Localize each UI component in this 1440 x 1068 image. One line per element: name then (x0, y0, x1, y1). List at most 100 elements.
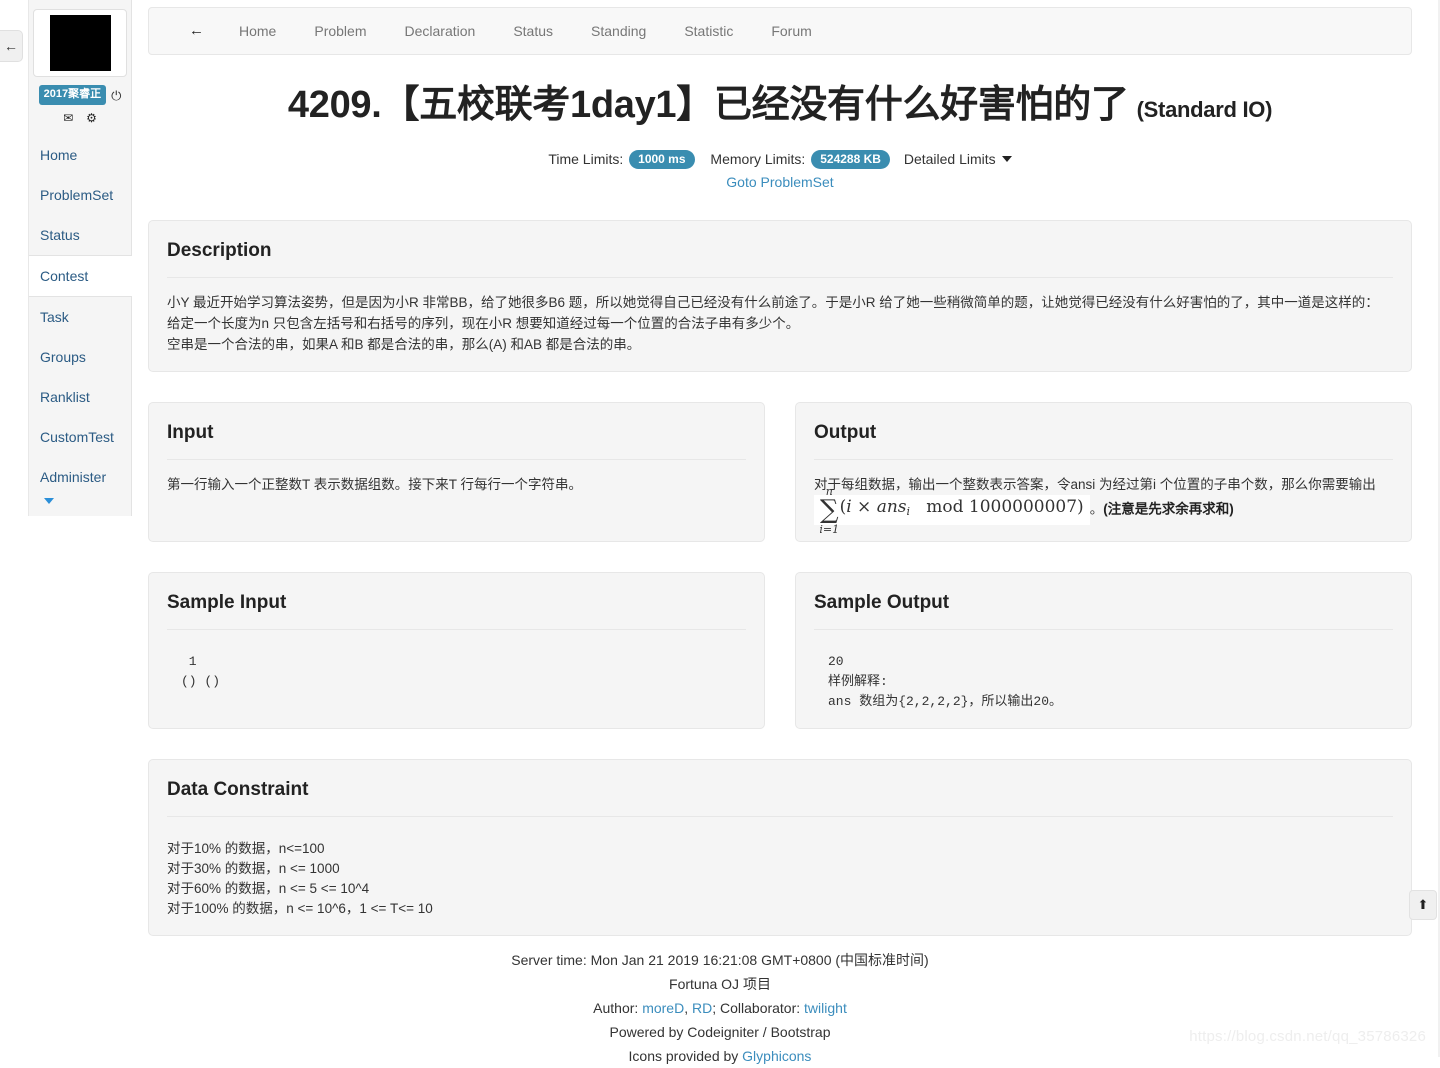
watermark: https://blog.csdn.net/qq_35786326 (1189, 1028, 1426, 1045)
input-text: 第一行输入一个正整数T 表示数据组数。接下来T 行每行一个字符串。 (167, 477, 583, 492)
output-note: (注意是先求余再求和) (1103, 501, 1234, 517)
goto-problemset-link[interactable]: Goto ProblemSet (148, 174, 1412, 190)
description-paragraph-3: 空串是一个合法的串，如果A 和B 都是合法的串，那么(A) 和AB 都是合法的串… (167, 337, 641, 352)
sidebar: 2017聚睿正 ⏻ ✉ ⚙ Home ProblemSet Status Con… (28, 0, 132, 516)
collaborator-link-twilight[interactable]: twilight (804, 1000, 847, 1016)
server-time: Server time: Mon Jan 21 2019 16:21:08 GM… (511, 952, 929, 968)
avatar[interactable] (33, 9, 127, 77)
limits-row: Time Limits: 1000 ms Memory Limits: 5242… (148, 148, 1412, 170)
output-formula: ∑ n i=1 (i × ansi mod 1000000007) (814, 485, 1090, 536)
top-navbar: ← Home Problem Declaration Status Standi… (148, 7, 1412, 55)
user-row: 2017聚睿正 ⏻ (29, 85, 131, 105)
main-content: ← Home Problem Declaration Status Standi… (148, 0, 1412, 936)
sidebar-item-contest[interactable]: Contest (29, 255, 132, 297)
input-body: 第一行输入一个正整数T 表示数据组数。接下来T 行每行一个字符串。 (167, 460, 746, 495)
output-text: 对于每组数据，输出一个整数表示答案，令ansi 为经过第i 个位置的子串个数，那… (814, 474, 1393, 536)
chevron-down-icon (1001, 156, 1012, 162)
sidebar-item-home[interactable]: Home (29, 135, 131, 175)
constraint-line-4: 对于100% 的数据，n <= 10^6，1 <= T<= 10 (167, 901, 433, 916)
sidebar-item-task[interactable]: Task (29, 297, 131, 337)
description-body: 小Y 最近开始学习算法姿势，但是因为小R 非常BB，给了她很多B6 题，所以她觉… (167, 278, 1393, 355)
constraint-line-1: 对于10% 的数据，n<=100 (167, 841, 325, 856)
sidebar-item-groups[interactable]: Groups (29, 337, 131, 377)
sidebar-item-customtest[interactable]: CustomTest (29, 417, 131, 457)
nav-tab-declaration[interactable]: Declaration (386, 21, 495, 41)
username-badge[interactable]: 2017聚睿正 (38, 85, 107, 105)
nav-tab-standing[interactable]: Standing (572, 21, 665, 41)
sample-input-body: 1 () () (167, 630, 746, 692)
input-heading: Input (167, 421, 746, 460)
description-panel: Description 小Y 最近开始学习算法姿势，但是因为小R 非常BB，给了… (148, 220, 1412, 372)
sample-input-heading: Sample Input (167, 591, 746, 630)
sample-output-body: 20 样例解释: ans 数组为{2,2,2,2}，所以输出20。 (814, 630, 1393, 712)
input-panel: Input 第一行输入一个正整数T 表示数据组数。接下来T 行每行一个字符串。 (148, 402, 765, 542)
author-link-rd[interactable]: RD (692, 1000, 712, 1016)
io-type-label: (Standard IO) (1136, 97, 1273, 122)
output-heading: Output (814, 421, 1393, 460)
data-constraint-heading: Data Constraint (167, 778, 1393, 817)
sample-output-panel: Sample Output 20 样例解释: ans 数组为{2,2,2,2}，… (795, 572, 1412, 729)
glyphicons-link[interactable]: Glyphicons (742, 1048, 811, 1064)
author-separator: , (684, 1000, 692, 1016)
nav-tab-problem[interactable]: Problem (295, 21, 385, 41)
sum-lower-limit: i=1 (819, 523, 840, 536)
back-button[interactable]: ← (159, 21, 220, 41)
io-row: Input 第一行输入一个正整数T 表示数据组数。接下来T 行每行一个字符串。 … (148, 402, 1412, 542)
sample-input-panel: Sample Input 1 () () (148, 572, 765, 729)
user-icon-row: ✉ ⚙ (29, 111, 131, 125)
collaborator-label: ; Collaborator: (712, 1000, 801, 1016)
memory-limits-label: Memory Limits: (710, 151, 806, 167)
sum-upper-limit: n (825, 485, 833, 498)
constraint-line-2: 对于30% 的数据，n <= 1000 (167, 861, 340, 876)
gear-icon[interactable]: ⚙ (86, 111, 97, 125)
sidebar-collapse-toggle[interactable]: ← (0, 30, 23, 62)
output-text-after: 。 (1089, 501, 1104, 517)
output-body: 对于每组数据，输出一个整数表示答案，令ansi 为经过第i 个位置的子串个数，那… (814, 460, 1393, 536)
output-text-before: 对于每组数据，输出一个整数表示答案，令ansi 为经过第i 个位置的子串个数，那… (814, 477, 1376, 492)
nav-tab-statistic[interactable]: Statistic (665, 21, 752, 41)
mail-icon[interactable]: ✉ (63, 111, 73, 125)
sidebar-nav: Home ProblemSet Status Contest Task Grou… (29, 135, 132, 504)
arrow-left-icon: ← (4, 38, 18, 54)
description-heading: Description (167, 239, 1393, 278)
time-limits-label: Time Limits: (548, 151, 624, 167)
detailed-limits-label: Detailed Limits (903, 151, 996, 167)
author-link-mored[interactable]: moreD (642, 1000, 684, 1016)
scroll-to-top-button[interactable]: ⬆ (1409, 890, 1437, 920)
sidebar-item-ranklist[interactable]: Ranklist (29, 377, 131, 417)
memory-limits-value: 524288 KB (811, 150, 890, 169)
problem-header: 4209.【五校联考1day1】已经没有什么好害怕的了 (Standard IO)… (148, 83, 1412, 190)
summation-icon: ∑ n i=1 (819, 485, 840, 536)
page-root: ← 2017聚睿正 ⏻ ✉ ⚙ Home ProblemSet Status C… (0, 0, 1440, 1064)
page-title: 4209.【五校联考1day1】已经没有什么好害怕的了 (Standard IO) (148, 83, 1412, 132)
constraint-line-3: 对于60% 的数据，n <= 5 <= 10^4 (167, 881, 370, 896)
description-paragraph-2: 给定一个长度为n 只包含左括号和右括号的序列，现在小R 想要知道经过每一个位置的… (167, 316, 800, 331)
data-constraint-panel: Data Constraint 对于10% 的数据，n<=100 对于30% 的… (148, 759, 1412, 936)
sample-row: Sample Input 1 () () Sample Output 20 样例… (148, 572, 1412, 729)
avatar-image (49, 15, 111, 71)
nav-tab-home[interactable]: Home (220, 21, 295, 41)
problem-title-text: 4209.【五校联考1day1】已经没有什么好害怕的了 (287, 84, 1129, 126)
sidebar-item-status[interactable]: Status (29, 215, 131, 255)
sample-output-heading: Sample Output (814, 591, 1393, 630)
author-label: Author: (593, 1000, 639, 1016)
icons-credit-label: Icons provided by (628, 1048, 739, 1064)
project-name: Fortuna OJ 项目 (669, 976, 771, 992)
footer: Server time: Mon Jan 21 2019 16:21:08 GM… (0, 948, 1440, 1068)
time-limits-value: 1000 ms (629, 150, 695, 169)
arrow-up-icon: ⬆ (1417, 897, 1429, 912)
data-constraint-body: 对于10% 的数据，n<=100 对于30% 的数据，n <= 1000 对于6… (167, 817, 1393, 919)
sample-input-text: 1 () () (181, 654, 221, 689)
description-paragraph-1: 小Y 最近开始学习算法姿势，但是因为小R 非常BB，给了她很多B6 题，所以她觉… (167, 295, 1379, 310)
detailed-limits-toggle[interactable]: Detailed Limits (904, 151, 1012, 167)
sidebar-item-administer[interactable]: Administer (29, 457, 131, 497)
output-panel: Output 对于每组数据，输出一个整数表示答案，令ansi 为经过第i 个位置… (795, 402, 1412, 542)
chevron-down-icon[interactable] (44, 498, 54, 504)
icons-credit: Icons provided by Glyphicons (0, 1044, 1440, 1068)
nav-tab-status[interactable]: Status (494, 21, 572, 41)
power-icon[interactable]: ⏻ (111, 89, 121, 102)
sidebar-item-problemset[interactable]: ProblemSet (29, 175, 131, 215)
sample-output-text: 20 样例解释: ans 数组为{2,2,2,2}，所以输出20。 (828, 654, 1063, 709)
nav-tab-forum[interactable]: Forum (752, 21, 830, 41)
author-line: Author: moreD, RD; Collaborator: twiligh… (0, 996, 1440, 1020)
